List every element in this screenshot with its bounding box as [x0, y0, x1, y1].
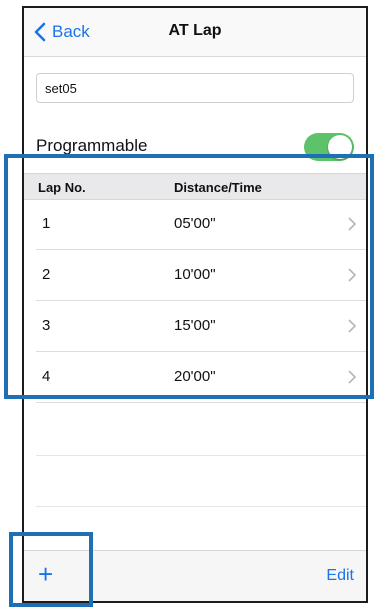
phone-screen: Back AT Lap Programmable Lap No. Distanc…	[22, 6, 368, 603]
chevron-right-icon	[348, 217, 356, 231]
chevron-right-icon	[348, 268, 356, 282]
programmable-toggle[interactable]	[304, 133, 354, 161]
column-header-lap: Lap No.	[38, 180, 86, 195]
chevron-right-icon	[348, 370, 356, 384]
lap-number: 4	[42, 368, 51, 385]
table-row[interactable]: 4 20'00"	[24, 352, 366, 403]
bottom-toolbar: + Edit	[24, 550, 366, 601]
programmable-label: Programmable	[36, 136, 148, 155]
table-row[interactable]: 3 15'00"	[24, 301, 366, 352]
chevron-right-icon	[348, 319, 356, 333]
lap-number: 3	[42, 317, 51, 334]
table-row[interactable]: 1 05'00"	[24, 199, 366, 250]
lap-number: 1	[42, 215, 51, 232]
navigation-bar: Back AT Lap	[24, 8, 366, 57]
edit-button[interactable]: Edit	[326, 567, 354, 585]
page-title: AT Lap	[168, 22, 222, 39]
name-input[interactable]	[36, 73, 354, 103]
lap-value: 05'00"	[174, 215, 216, 232]
column-header-distance: Distance/Time	[174, 180, 262, 195]
table-row[interactable]: 2 10'00"	[24, 250, 366, 301]
lap-value: 15'00"	[174, 317, 216, 334]
empty-row-divider	[36, 506, 366, 507]
table-header: Lap No. Distance/Time	[24, 173, 366, 200]
toggle-knob	[328, 135, 352, 159]
empty-row-divider	[36, 455, 366, 456]
add-lap-button[interactable]: +	[38, 561, 53, 587]
programmable-row: Programmable	[24, 126, 366, 164]
lap-number: 2	[42, 266, 51, 283]
row-divider	[36, 402, 366, 403]
lap-value: 20'00"	[174, 368, 216, 385]
lap-value: 10'00"	[174, 266, 216, 283]
